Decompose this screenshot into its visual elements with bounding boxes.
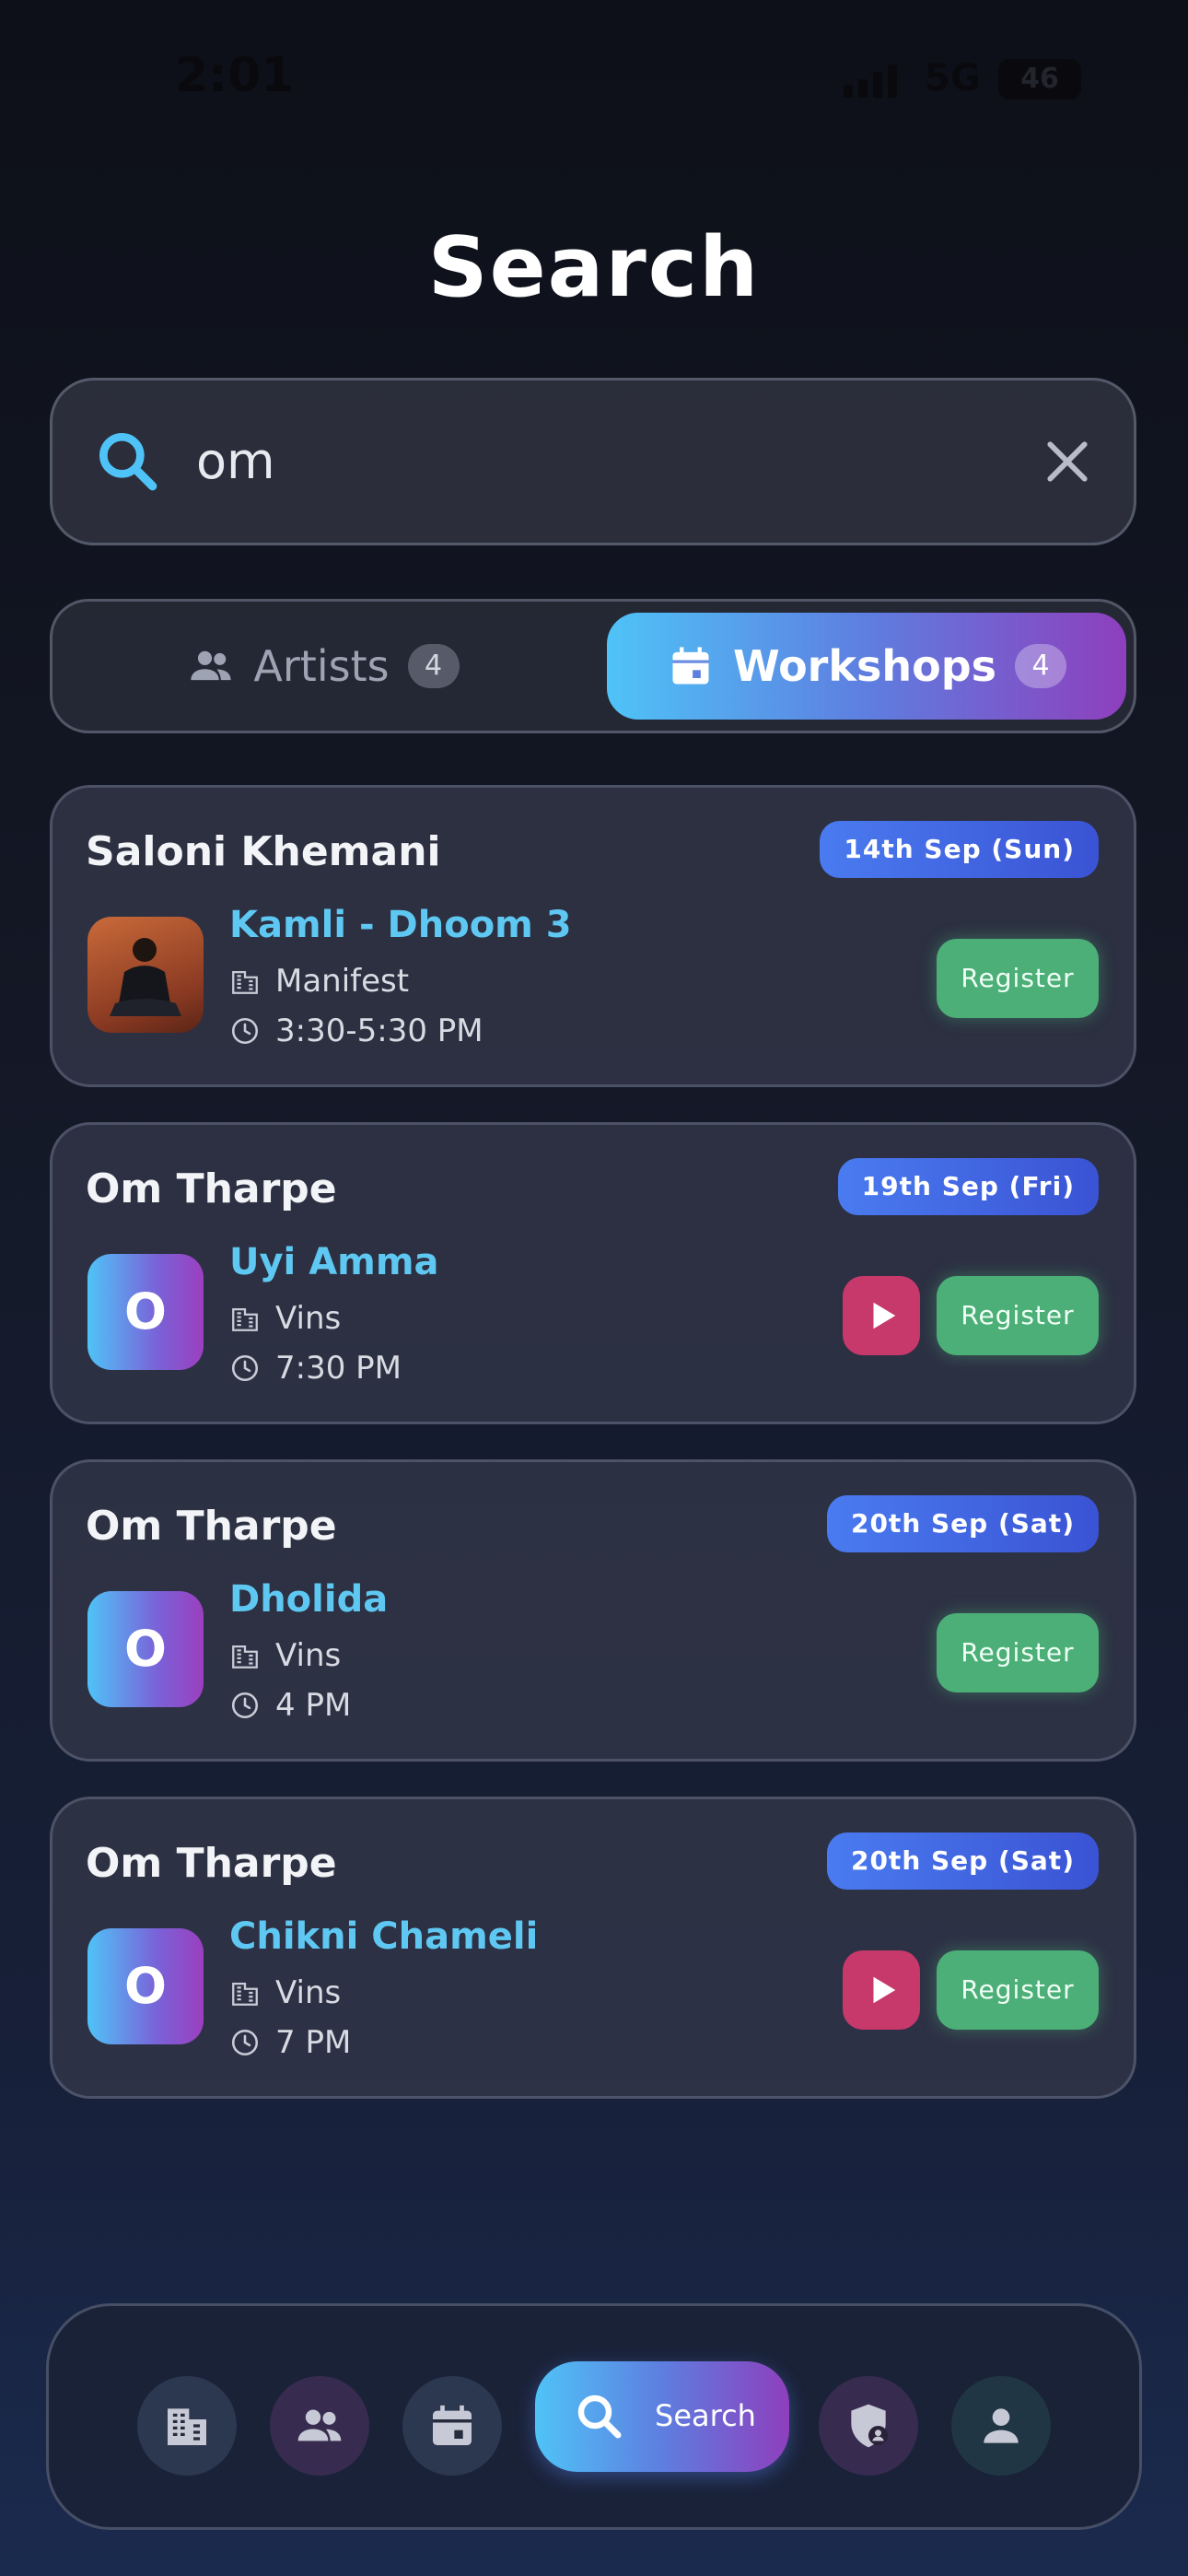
time-row: 3:30-5:30 PM <box>229 1013 483 1049</box>
venue-label: Vins <box>275 1974 342 2011</box>
people-icon <box>297 2409 342 2441</box>
nav-studios[interactable] <box>137 2376 237 2476</box>
clock-icon <box>231 1692 259 1719</box>
nav-admin[interactable] <box>819 2376 918 2476</box>
venue-row: Vins <box>229 1637 341 1674</box>
status-time: 2:01 <box>175 48 295 103</box>
tab-artists[interactable]: Artists 4 <box>65 613 581 720</box>
workshop-thumbnail: O <box>87 1928 204 2044</box>
artist-name: Om Tharpe <box>86 1165 337 1212</box>
workshop-title[interactable]: Kamli - Dhoom 3 <box>229 904 572 946</box>
search-icon <box>99 433 157 491</box>
person-icon <box>984 2408 1019 2443</box>
time-row: 7:30 PM <box>229 1350 402 1387</box>
venue-label: Vins <box>275 1637 342 1674</box>
workshop-card[interactable]: Om Tharpe 19th Sep (Fri) O Uyi Amma Vins… <box>50 1122 1136 1424</box>
play-video-button[interactable] <box>843 1950 920 2030</box>
building-icon <box>168 2408 206 2445</box>
tab-bar: Artists 4 Workshops 4 <box>50 599 1136 733</box>
workshop-title[interactable]: Dholida <box>229 1578 388 1621</box>
date-badge: 20th Sep (Sat) <box>826 1832 1099 1890</box>
time-label: 7 PM <box>275 2024 352 2061</box>
time-label: 3:30-5:30 PM <box>275 1013 483 1049</box>
time-label: 4 PM <box>275 1687 352 1724</box>
battery-icon: 46 <box>998 59 1081 100</box>
clock-icon <box>231 2029 259 2056</box>
play-video-button[interactable] <box>843 1276 920 1355</box>
tab-artists-label: Artists <box>253 641 390 691</box>
workshop-card[interactable]: Om Tharpe 20th Sep (Sat) O Dholida Vins … <box>50 1459 1136 1762</box>
nav-search[interactable]: Search <box>535 2361 789 2472</box>
workshop-thumbnail <box>87 917 204 1033</box>
search-icon <box>577 2395 622 2439</box>
nav-workshops[interactable] <box>402 2376 502 2476</box>
shield-user-icon <box>851 2404 888 2448</box>
calendar-icon <box>672 647 709 685</box>
venue-label: Manifest <box>275 963 410 1000</box>
nav-profile[interactable] <box>951 2376 1051 2476</box>
artist-name: Om Tharpe <box>86 1503 337 1550</box>
play-icon <box>873 1302 896 1329</box>
search-query[interactable]: om <box>196 417 275 506</box>
network-label: 5G <box>925 57 981 100</box>
date-badge: 14th Sep (Sun) <box>820 821 1099 878</box>
date-badge: 19th Sep (Fri) <box>837 1158 1099 1215</box>
signal-icon <box>844 64 897 98</box>
status-bar: 2:01 5G 46 <box>0 0 1188 157</box>
tab-artists-count: 4 <box>407 644 460 688</box>
date-badge: 20th Sep (Sat) <box>826 1495 1099 1552</box>
workshop-title[interactable]: Uyi Amma <box>229 1241 439 1283</box>
time-row: 4 PM <box>229 1687 351 1724</box>
artist-name: Saloni Khemani <box>86 828 441 875</box>
nav-search-label: Search <box>655 2398 756 2433</box>
building-icon <box>232 1645 258 1669</box>
workshop-card[interactable]: Om Tharpe 20th Sep (Sat) O Chikni Chamel… <box>50 1797 1136 2099</box>
register-button[interactable]: Register <box>937 1276 1099 1355</box>
workshop-thumbnail: O <box>87 1254 204 1370</box>
nav-artists[interactable] <box>270 2376 369 2476</box>
people-icon <box>191 650 232 681</box>
building-icon <box>232 970 258 994</box>
register-button[interactable]: Register <box>937 1950 1099 2030</box>
artist-name: Om Tharpe <box>86 1840 337 1887</box>
clock-icon <box>231 1354 259 1382</box>
register-button[interactable]: Register <box>937 1613 1099 1692</box>
time-label: 7:30 PM <box>275 1350 402 1387</box>
workshop-title[interactable]: Chikni Chameli <box>229 1915 538 1958</box>
workshop-card[interactable]: Saloni Khemani 14th Sep (Sun) Kamli - Dh… <box>50 785 1136 1087</box>
search-input[interactable]: om <box>50 378 1136 545</box>
register-button[interactable]: Register <box>937 939 1099 1018</box>
venue-row: Manifest <box>229 963 409 1000</box>
close-icon[interactable] <box>1038 432 1097 491</box>
time-row: 7 PM <box>229 2024 351 2061</box>
bottom-nav: Search <box>46 2303 1142 2530</box>
venue-row: Vins <box>229 1974 341 2011</box>
play-icon <box>873 1976 896 2004</box>
workshop-thumbnail: O <box>87 1591 204 1707</box>
venue-label: Vins <box>275 1300 342 1337</box>
tab-workshops[interactable]: Workshops 4 <box>607 613 1126 720</box>
building-icon <box>232 1982 258 2006</box>
building-icon <box>232 1307 258 1331</box>
calendar-icon <box>433 2405 472 2445</box>
clock-icon <box>231 1017 259 1045</box>
page-title: Search <box>427 219 761 316</box>
tab-workshops-count: 4 <box>1015 644 1067 688</box>
venue-row: Vins <box>229 1300 341 1337</box>
tab-workshops-label: Workshops <box>732 641 997 691</box>
